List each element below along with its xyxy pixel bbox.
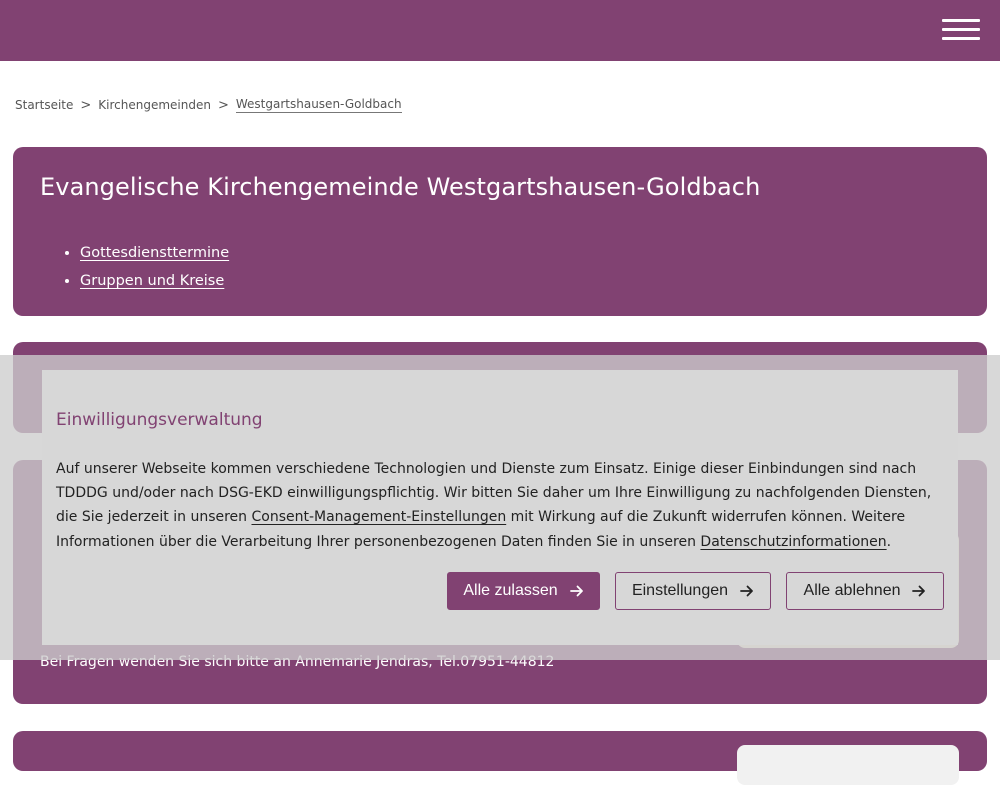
reject-all-button[interactable]: Alle ablehnen xyxy=(786,572,944,610)
page-title: Evangelische Kirchengemeinde Westgartsha… xyxy=(40,173,761,201)
top-bar xyxy=(0,0,1000,61)
breadcrumb-kirchengemeinden[interactable]: Kirchengemeinden xyxy=(98,98,211,112)
menu-line xyxy=(942,19,980,22)
reject-all-label: Alle ablehnen xyxy=(803,582,901,599)
settings-label: Einstellungen xyxy=(631,582,729,599)
breadcrumb-separator: > xyxy=(80,97,92,113)
arrow-right-icon xyxy=(912,585,926,597)
breadcrumb-home[interactable]: Startseite xyxy=(15,98,73,112)
breadcrumb-current[interactable]: Westgartshausen-Goldbach xyxy=(235,97,402,113)
consent-text: Auf unserer Webseite kommen verschiedene… xyxy=(56,457,946,554)
accept-all-label: Alle zulassen xyxy=(463,582,558,599)
list-item: Gruppen und Kreise xyxy=(80,267,229,295)
card-image xyxy=(737,745,959,785)
list-item: Gottesdiensttermine xyxy=(80,239,229,267)
privacy-info-link[interactable]: Datenschutzinformationen xyxy=(700,534,886,550)
consent-settings-link[interactable]: Consent-Management-Einstellungen xyxy=(251,509,506,525)
link-gruppen-und-kreise[interactable]: Gruppen und Kreise xyxy=(80,273,224,289)
settings-button[interactable]: Einstellungen xyxy=(615,572,771,610)
link-list: Gottesdiensttermine Gruppen und Kreise xyxy=(40,239,229,295)
menu-icon[interactable] xyxy=(942,18,980,42)
breadcrumb-separator: > xyxy=(217,97,229,113)
consent-title: Einwilligungsverwaltung xyxy=(56,410,263,430)
arrow-right-icon xyxy=(740,585,753,597)
arrow-right-icon xyxy=(569,585,583,597)
menu-line xyxy=(942,37,980,40)
intro-card: Evangelische Kirchengemeinde Westgartsha… xyxy=(13,147,987,316)
menu-line xyxy=(942,28,980,31)
breadcrumb: Startseite > Kirchengemeinden > Westgart… xyxy=(15,97,402,113)
consent-text-part: . xyxy=(886,533,892,550)
link-gottesdiensttermine[interactable]: Gottesdiensttermine xyxy=(80,245,229,261)
consent-dialog: Einwilligungsverwaltung Auf unserer Webs… xyxy=(42,370,958,645)
content-card xyxy=(13,731,987,785)
accept-all-button[interactable]: Alle zulassen xyxy=(447,572,600,610)
